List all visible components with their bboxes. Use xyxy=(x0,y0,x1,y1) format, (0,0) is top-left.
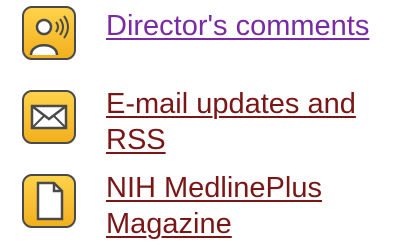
medlineplus-magazine-link-line2[interactable]: Magazine xyxy=(106,208,232,240)
link-row-medlineplus-magazine[interactable]: NIH MedlinePlus Magazine xyxy=(0,162,393,245)
email-updates-link-line1[interactable]: E-mail updates and xyxy=(106,88,356,120)
envelope-icon[interactable] xyxy=(22,90,76,144)
email-updates-link-line2[interactable]: RSS xyxy=(106,124,166,156)
link-row-email-updates[interactable]: E-mail updates and RSS xyxy=(0,80,393,160)
directors-comments-link[interactable]: Director's comments xyxy=(106,8,369,44)
link-row-directors-comments[interactable]: Director's comments xyxy=(0,0,393,70)
podcast-person-icon[interactable] xyxy=(22,6,76,60)
email-updates-link[interactable]: E-mail updates and RSS xyxy=(106,86,356,158)
medlineplus-magazine-link[interactable]: NIH MedlinePlus Magazine xyxy=(106,170,322,242)
links-list: Director's comments E-mail updates and R… xyxy=(0,0,393,245)
medlineplus-magazine-link-line1[interactable]: NIH MedlinePlus xyxy=(106,172,322,204)
document-icon[interactable] xyxy=(22,174,76,228)
